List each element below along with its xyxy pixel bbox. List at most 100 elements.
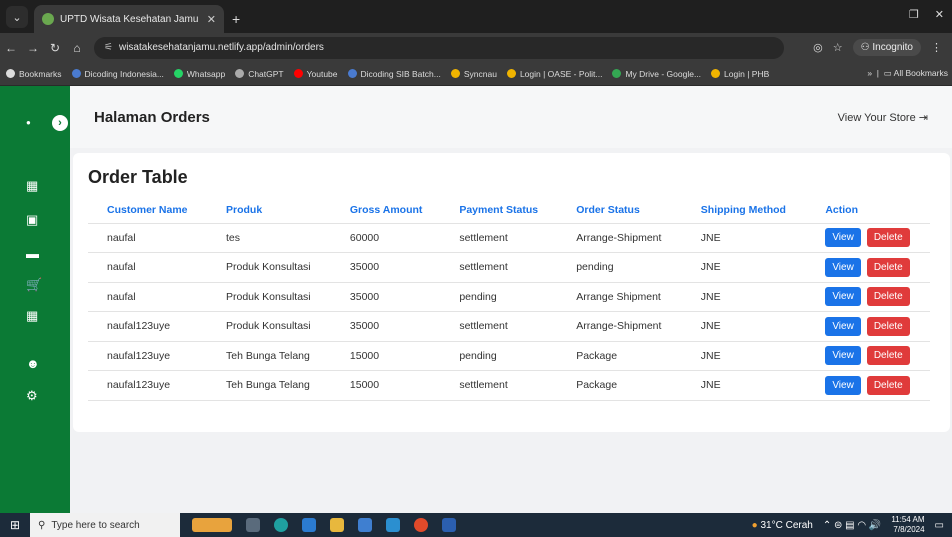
bookmark-favicon-icon [506, 69, 516, 78]
bookmark-item[interactable]: Syncnau [450, 69, 497, 79]
bookmarks-bar: Bookmarks Dicoding Indonesia... Whatsapp Ch… [0, 62, 952, 86]
view-button[interactable]: View [825, 316, 861, 336]
table-cell: naufal [88, 252, 207, 283]
box-icon[interactable]: ▬ [26, 246, 39, 261]
address-bar[interactable]: ⚟ wisatakesehatanjamu.netlify.app/admin/… [94, 36, 784, 59]
system-tray: ● 31°C Cerah ⌃ ⊜ ▤ ◠ 🔊 11:54 AM 7/8/2024… [752, 515, 952, 535]
bookmark-label: Login | OASE - Polit... [519, 68, 603, 79]
view-store-link[interactable]: View Your Store ⇥ [838, 111, 928, 124]
grid-icon[interactable]: ▦ [26, 308, 38, 324]
word-icon[interactable] [442, 518, 456, 532]
mail-icon[interactable] [386, 518, 400, 532]
taskbar-apps [192, 518, 456, 532]
tab-close-icon[interactable]: ✕ [207, 13, 216, 26]
table-header-row: Customer Name Produk Gross Amount Payment S… [88, 197, 930, 224]
browser-tab[interactable]: UPTD Wisata Kesehatan Jamu ✕ [34, 5, 224, 33]
screen: ⌄ UPTD Wisata Kesehatan Jamu ✕ + ❐ ✕ ← →… [0, 0, 952, 537]
bookmark-item[interactable]: My Drive - Google... [612, 69, 701, 79]
back-icon[interactable]: ← [0, 41, 22, 55]
view-button[interactable]: View [825, 346, 861, 366]
page-title: Halaman Orders [94, 108, 210, 126]
column-header: Produk [206, 197, 331, 224]
bookmark-favicon-icon [235, 69, 245, 78]
tab-search-icon[interactable]: ⌄ [6, 6, 28, 28]
menu-icon[interactable]: ⋮ [931, 41, 942, 54]
reload-icon[interactable]: ↻ [44, 41, 66, 55]
settings-icon[interactable]: ⚙ [26, 388, 38, 404]
delete-button[interactable]: Delete [866, 316, 910, 336]
home-icon[interactable]: ⌂ [66, 41, 88, 55]
bookmark-item[interactable]: Dicoding SIB Batch... [347, 68, 441, 79]
bookmark-item[interactable]: Youtube [293, 69, 338, 79]
notification-icon[interactable]: ▭ [935, 520, 944, 531]
bookmark-item[interactable]: Whatsapp [173, 69, 225, 79]
clock[interactable]: 11:54 AM 7/8/2024 [891, 515, 924, 535]
table-cell: 35000 [330, 311, 441, 342]
table-cell: JNE [681, 223, 807, 253]
view-button[interactable]: View [825, 375, 861, 395]
incognito-badge[interactable]: ⚇ Incognito [852, 39, 921, 56]
action-cell: View Delete [806, 341, 930, 371]
view-store-label: View Your Store [837, 111, 916, 124]
edge-icon[interactable] [274, 518, 288, 532]
cart-icon[interactable]: 🛒 [26, 277, 42, 293]
tray-icons[interactable]: ⌃ ⊜ ▤ ◠ 🔊 [823, 520, 882, 531]
table-body: naufal tes 60000 settlement Arrange-Shipment… [88, 223, 930, 401]
user-icon[interactable]: ☻ [26, 356, 40, 371]
vscode-icon[interactable] [302, 518, 316, 532]
table-cell: JNE [681, 252, 807, 283]
eye-off-icon[interactable]: ◎ [813, 41, 823, 54]
bookmark-favicon-icon [173, 69, 183, 78]
delete-button[interactable]: Delete [866, 228, 910, 248]
site-info-icon[interactable]: ⚟ [104, 42, 113, 53]
delete-button[interactable]: Delete [866, 375, 910, 395]
widget-icon[interactable] [192, 518, 232, 532]
action-cell: View Delete [806, 282, 930, 312]
bookmark-item[interactable]: Login | OASE - Polit... [506, 68, 603, 79]
bookmark-item[interactable]: Bookmarks [6, 69, 62, 79]
dot-icon: ● [26, 118, 31, 127]
all-bookmarks[interactable]: » | ▭ All Bookmarks [867, 68, 952, 79]
delete-button[interactable]: Delete [866, 287, 910, 307]
windows-taskbar: ⊞ ⚲ Type here to search ● 31°C Cerah ⌃ ⊜… [0, 513, 952, 537]
bookmark-item[interactable]: ChatGPT [235, 69, 284, 79]
new-tab-icon[interactable]: + [232, 11, 240, 27]
table-cell: naufal123uye [88, 311, 207, 342]
bookmark-favicon-icon [293, 69, 303, 78]
window-close-icon[interactable]: ✕ [935, 8, 944, 21]
view-button[interactable]: View [825, 228, 861, 248]
all-bookmarks-label: All Bookmarks [893, 68, 948, 78]
url-text: wisatakesehatanjamu.netlify.app/admin/or… [118, 42, 324, 53]
sidebar-toggle-icon[interactable]: › [52, 115, 68, 131]
store-icon[interactable] [358, 518, 372, 532]
view-button[interactable]: View [825, 287, 861, 307]
chrome-icon[interactable] [414, 518, 428, 532]
taskbar-search[interactable]: ⚲ Type here to search [30, 513, 180, 537]
table-cell: pending [440, 282, 558, 312]
clock-time: 11:54 AM [891, 515, 925, 524]
table-row: naufal123uye Teh Bunga Telang 15000 pending… [88, 341, 930, 371]
table-cell: Produk Konsultasi [206, 311, 331, 342]
bookmark-label: Dicoding SIB Batch... [360, 68, 441, 79]
bookmark-item[interactable]: Dicoding Indonesia... [71, 69, 164, 79]
restore-icon[interactable]: ❐ [909, 8, 919, 21]
windows-start-icon[interactable]: ⊞ [0, 518, 30, 532]
explorer-icon[interactable] [330, 518, 344, 532]
table-cell: settlement [440, 223, 558, 253]
table-row: naufal Produk Konsultasi 35000 settlement pe… [88, 252, 930, 283]
table-cell: Produk Konsultasi [206, 252, 331, 283]
star-icon[interactable]: ☆ [833, 41, 843, 54]
delete-button[interactable]: Delete [866, 346, 910, 366]
delete-button[interactable]: Delete [866, 257, 910, 277]
table-cell: settlement [440, 370, 558, 401]
weather-icon: ● [751, 519, 758, 531]
dashboard-icon[interactable]: ▦ [26, 178, 38, 194]
task-view-icon[interactable] [246, 518, 260, 532]
weather[interactable]: ● 31°C Cerah [752, 520, 813, 531]
bookmark-item[interactable]: Login | PHB [711, 69, 769, 79]
window-controls: ❐ ✕ [909, 8, 944, 21]
bookmark-favicon-icon [347, 69, 357, 78]
view-button[interactable]: View [825, 257, 861, 277]
forward-icon[interactable]: → [22, 41, 44, 55]
inbox-icon[interactable]: ▣ [26, 212, 38, 228]
